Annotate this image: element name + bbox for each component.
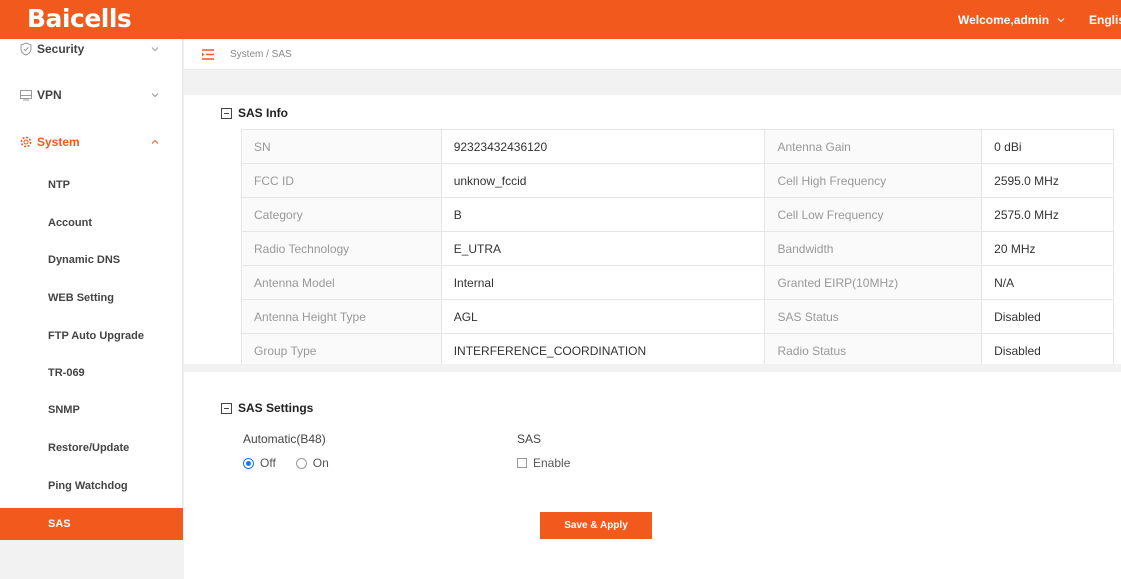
field-value: E_UTRA — [440, 231, 766, 266]
field-value: unknow_fccid — [440, 163, 766, 198]
language-selector[interactable]: Englis — [1089, 13, 1121, 27]
breadcrumb-bar: System / SAS — [184, 39, 1121, 70]
on-radio[interactable] — [295, 457, 307, 469]
sidebar-item-ntp[interactable]: NTP — [0, 169, 183, 201]
field-label: FCC ID — [241, 163, 442, 198]
table-row: FCC ID unknow_fccid Cell High Frequency 259… — [241, 163, 1114, 198]
field-label: Group Type — [241, 333, 442, 368]
sidebar-item-account[interactable]: Account — [0, 207, 183, 239]
field-value: B — [440, 197, 766, 232]
sidebar-group-system[interactable]: System — [0, 125, 183, 159]
off-radio[interactable] — [243, 457, 254, 469]
field-label: Antenna Model — [241, 265, 442, 300]
sidebar-item-tr069[interactable]: TR-069 — [0, 357, 183, 389]
section-divider — [184, 364, 1121, 372]
collapse-icon — [221, 402, 232, 414]
sas-settings-title: SAS Settings — [238, 401, 314, 415]
field-label: Cell Low Frequency — [764, 197, 983, 232]
gear-icon — [20, 136, 32, 148]
field-label: SN — [241, 129, 442, 164]
welcome-text: Welcome,admin — [958, 13, 1050, 27]
chevron-up-icon — [151, 139, 159, 144]
field-label: Cell High Frequency — [764, 163, 983, 198]
field-value: INTERFERENCE_COORDINATION — [440, 333, 766, 368]
sidebar-item-sas[interactable]: SAS — [0, 508, 183, 540]
breadcrumb: System / SAS — [230, 49, 292, 60]
sas-enable-row: Enable — [517, 456, 570, 470]
enable-checkbox[interactable] — [517, 458, 527, 468]
table-row: Group Type INTERFERENCE_COORDINATION Radio… — [241, 333, 1114, 368]
field-value: 2595.0 MHz — [981, 163, 1114, 198]
table-row: SN 92323432436120 Antenna Gain 0 dBi — [241, 129, 1114, 164]
table-row: Antenna Height Type AGL SAS Status Disabled — [241, 299, 1114, 334]
table-row: Radio Technology E_UTRA Bandwidth 20 MHz — [241, 231, 1114, 266]
sidebar-group-security[interactable]: Security — [0, 32, 183, 66]
sas-info-table: SN 92323432436120 Antenna Gain 0 dBi FCC ID u… — [241, 129, 1114, 368]
sidebar-group-label: Security — [37, 42, 85, 56]
field-label: Antenna Height Type — [241, 299, 442, 334]
sas-label: SAS — [517, 432, 542, 446]
chevron-down-icon — [151, 93, 159, 98]
sidebar-item-dynamic-dns[interactable]: Dynamic DNS — [0, 244, 183, 276]
off-radio-label: Off — [260, 456, 276, 470]
field-value: 2575.0 MHz — [981, 197, 1114, 232]
automatic-b48-label: Automatic(B48) — [243, 432, 326, 446]
field-value: Disabled — [981, 333, 1114, 368]
menu-collapse-icon[interactable] — [201, 49, 215, 60]
sidebar-item-ftp-auto-upgrade[interactable]: FTP Auto Upgrade — [0, 320, 183, 352]
main-content: System / SAS SAS Info SN 92323432436120 An… — [184, 39, 1121, 579]
field-label: SAS Status — [764, 299, 983, 334]
on-radio-label: On — [312, 456, 329, 470]
sidebar: Security VPN System NTP Account Dynamic … — [0, 39, 183, 540]
sas-info-title: SAS Info — [238, 106, 288, 120]
automatic-radio-group: Off On — [243, 456, 329, 470]
chevron-down-icon — [1057, 18, 1065, 23]
field-value: AGL — [440, 299, 766, 334]
field-label: Granted EIRP(10MHz) — [764, 265, 983, 300]
sidebar-item-snmp[interactable]: SNMP — [0, 394, 183, 426]
enable-checkbox-label: Enable — [533, 456, 571, 470]
field-value: 0 dBi — [981, 129, 1114, 164]
field-value: N/A — [981, 265, 1114, 300]
field-label: Category — [241, 197, 442, 232]
sidebar-group-label: VPN — [37, 88, 62, 102]
table-row: Antenna Model Internal Granted EIRP(10MHz)… — [241, 265, 1114, 300]
field-value: 20 MHz — [981, 231, 1114, 266]
sidebar-item-restore-update[interactable]: Restore/Update — [0, 432, 183, 464]
field-label: Antenna Gain — [764, 129, 983, 164]
monitor-icon — [20, 90, 32, 101]
field-label: Radio Technology — [241, 231, 442, 266]
sidebar-item-ping-watchdog[interactable]: Ping Watchdog — [0, 470, 183, 502]
field-value: 92323432436120 — [440, 129, 766, 164]
sidebar-group-vpn[interactable]: VPN — [0, 78, 183, 112]
field-value: Disabled — [981, 299, 1114, 334]
sas-info-header[interactable]: SAS Info — [221, 106, 288, 120]
collapse-icon — [221, 107, 232, 119]
table-row: Category B Cell Low Frequency 2575.0 MHz — [241, 197, 1114, 232]
user-menu[interactable]: Welcome,admin — [958, 13, 1065, 27]
shield-icon — [20, 42, 32, 56]
field-label: Radio Status — [764, 333, 983, 368]
sidebar-group-label: System — [37, 135, 80, 149]
field-label: Bandwidth — [764, 231, 983, 266]
chevron-down-icon — [151, 47, 159, 52]
brand-logo: Baicells — [27, 4, 132, 33]
sas-settings-header[interactable]: SAS Settings — [221, 401, 313, 415]
sidebar-item-web-setting[interactable]: WEB Setting — [0, 282, 183, 314]
save-apply-button[interactable]: Save & Apply — [540, 512, 652, 539]
field-value: Internal — [440, 265, 766, 300]
